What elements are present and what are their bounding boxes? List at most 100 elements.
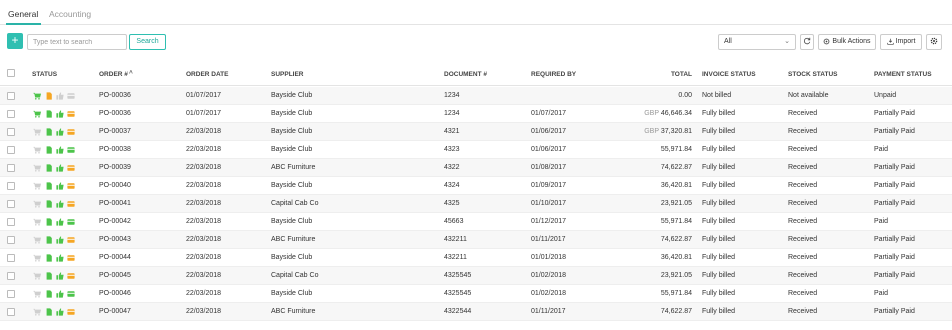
document-icon[interactable]: [45, 128, 53, 136]
thumbs-up-icon[interactable]: [56, 92, 64, 100]
refresh-button[interactable]: [800, 34, 814, 50]
credit-card-icon[interactable]: [67, 236, 75, 244]
cart-icon[interactable]: [33, 182, 42, 190]
document-icon[interactable]: [45, 164, 53, 172]
credit-card-icon[interactable]: [67, 128, 75, 136]
cart-icon[interactable]: [33, 218, 42, 226]
row-checkbox[interactable]: [7, 218, 15, 226]
thumbs-up-icon[interactable]: [56, 182, 64, 190]
thumbs-up-icon[interactable]: [56, 254, 64, 262]
col-status[interactable]: STATUS: [32, 71, 57, 78]
table-row[interactable]: PO-00042 22/03/2018 Bayside Club 45663 01/12…: [0, 213, 952, 231]
tab-general[interactable]: General: [8, 9, 38, 19]
credit-card-icon[interactable]: [67, 92, 75, 100]
table-row[interactable]: PO-00043 22/03/2018 ABC Furniture 432211 01/…: [0, 231, 952, 249]
col-document[interactable]: DOCUMENT #: [444, 71, 487, 78]
thumbs-up-icon[interactable]: [56, 290, 64, 298]
document-icon[interactable]: [45, 290, 53, 298]
row-checkbox[interactable]: [7, 236, 15, 244]
table-row[interactable]: PO-00040 22/03/2018 Bayside Club 4324 01/09/…: [0, 177, 952, 195]
cart-icon[interactable]: [33, 164, 42, 172]
document-icon[interactable]: [45, 200, 53, 208]
cart-icon[interactable]: [33, 128, 42, 136]
thumbs-up-icon[interactable]: [56, 164, 64, 172]
select-all-checkbox[interactable]: [7, 69, 15, 77]
col-total[interactable]: TOTAL: [640, 71, 692, 78]
document-icon[interactable]: [45, 146, 53, 154]
document-icon[interactable]: [45, 308, 53, 316]
sort-asc-icon[interactable]: ˄: [129, 69, 133, 76]
document-icon[interactable]: [45, 182, 53, 190]
add-button[interactable]: +: [7, 33, 23, 49]
document-icon[interactable]: [45, 92, 53, 100]
table-row[interactable]: PO-00039 22/03/2018 ABC Furniture 4322 01/08…: [0, 159, 952, 177]
cart-icon[interactable]: [33, 146, 42, 154]
cart-icon[interactable]: [33, 110, 42, 118]
cart-icon[interactable]: [33, 92, 42, 100]
row-checkbox[interactable]: [7, 110, 15, 118]
table-row[interactable]: PO-00036 01/07/2017 Bayside Club 1234 01/07/…: [0, 105, 952, 123]
col-order-date[interactable]: ORDER DATE: [186, 71, 229, 78]
row-checkbox[interactable]: [7, 182, 15, 190]
settings-button[interactable]: [926, 34, 942, 50]
thumbs-up-icon[interactable]: [56, 272, 64, 280]
cart-icon[interactable]: [33, 236, 42, 244]
col-order[interactable]: ORDER #: [99, 71, 128, 78]
thumbs-up-icon[interactable]: [56, 308, 64, 316]
credit-card-icon[interactable]: [67, 110, 75, 118]
bulk-actions-button[interactable]: Bulk Actions: [818, 34, 876, 50]
table-row[interactable]: PO-00045 22/03/2018 Capital Cab Co 4325545 0…: [0, 267, 952, 285]
col-invoice-status[interactable]: INVOICE STATUS: [702, 71, 756, 78]
tab-accounting[interactable]: Accounting: [49, 9, 91, 19]
cart-icon[interactable]: [33, 290, 42, 298]
row-checkbox[interactable]: [7, 308, 15, 316]
cart-icon[interactable]: [33, 200, 42, 208]
row-checkbox[interactable]: [7, 272, 15, 280]
document-icon[interactable]: [45, 110, 53, 118]
table-row[interactable]: PO-00041 22/03/2018 Capital Cab Co 4325 01/1…: [0, 195, 952, 213]
credit-card-icon[interactable]: [67, 182, 75, 190]
credit-card-icon[interactable]: [67, 290, 75, 298]
thumbs-up-icon[interactable]: [56, 200, 64, 208]
row-checkbox[interactable]: [7, 146, 15, 154]
row-checkbox[interactable]: [7, 128, 15, 136]
search-input[interactable]: [27, 34, 127, 50]
thumbs-up-icon[interactable]: [56, 218, 64, 226]
row-checkbox[interactable]: [7, 164, 15, 172]
search-button[interactable]: Search: [129, 34, 166, 50]
thumbs-up-icon[interactable]: [56, 128, 64, 136]
credit-card-icon[interactable]: [67, 200, 75, 208]
table-row[interactable]: PO-00038 22/03/2018 Bayside Club 4323 01/06/…: [0, 141, 952, 159]
thumbs-up-icon[interactable]: [56, 110, 64, 118]
thumbs-up-icon[interactable]: [56, 146, 64, 154]
cart-icon[interactable]: [33, 254, 42, 262]
col-required-by[interactable]: REQUIRED BY: [531, 71, 576, 78]
document-icon[interactable]: [45, 218, 53, 226]
cart-icon[interactable]: [33, 272, 42, 280]
credit-card-icon[interactable]: [67, 218, 75, 226]
import-button[interactable]: Import: [880, 34, 922, 50]
table-row[interactable]: PO-00047 22/03/2018 ABC Furniture 4322544 01…: [0, 303, 952, 321]
row-checkbox[interactable]: [7, 92, 15, 100]
document-icon[interactable]: [45, 236, 53, 244]
col-payment-status[interactable]: PAYMENT STATUS: [874, 71, 932, 78]
row-checkbox[interactable]: [7, 254, 15, 262]
document-icon[interactable]: [45, 254, 53, 262]
table-row[interactable]: PO-00044 22/03/2018 Bayside Club 432211 01/0…: [0, 249, 952, 267]
col-stock-status[interactable]: STOCK STATUS: [788, 71, 837, 78]
table-row[interactable]: PO-00037 22/03/2018 Bayside Club 4321 01/06/…: [0, 123, 952, 141]
credit-card-icon[interactable]: [67, 146, 75, 154]
credit-card-icon[interactable]: [67, 254, 75, 262]
thumbs-up-icon[interactable]: [56, 236, 64, 244]
filter-select[interactable]: All ⌄: [718, 34, 796, 50]
document-icon[interactable]: [45, 272, 53, 280]
row-checkbox[interactable]: [7, 290, 15, 298]
cart-icon[interactable]: [33, 308, 42, 316]
row-checkbox[interactable]: [7, 200, 15, 208]
credit-card-icon[interactable]: [67, 308, 75, 316]
credit-card-icon[interactable]: [67, 272, 75, 280]
col-supplier[interactable]: SUPPLIER: [271, 71, 304, 78]
table-row[interactable]: PO-00036 01/07/2017 Bayside Club 1234 Not bi…: [0, 87, 952, 105]
credit-card-icon[interactable]: [67, 164, 75, 172]
table-row[interactable]: PO-00046 22/03/2018 Bayside Club 4325545 01/…: [0, 285, 952, 303]
